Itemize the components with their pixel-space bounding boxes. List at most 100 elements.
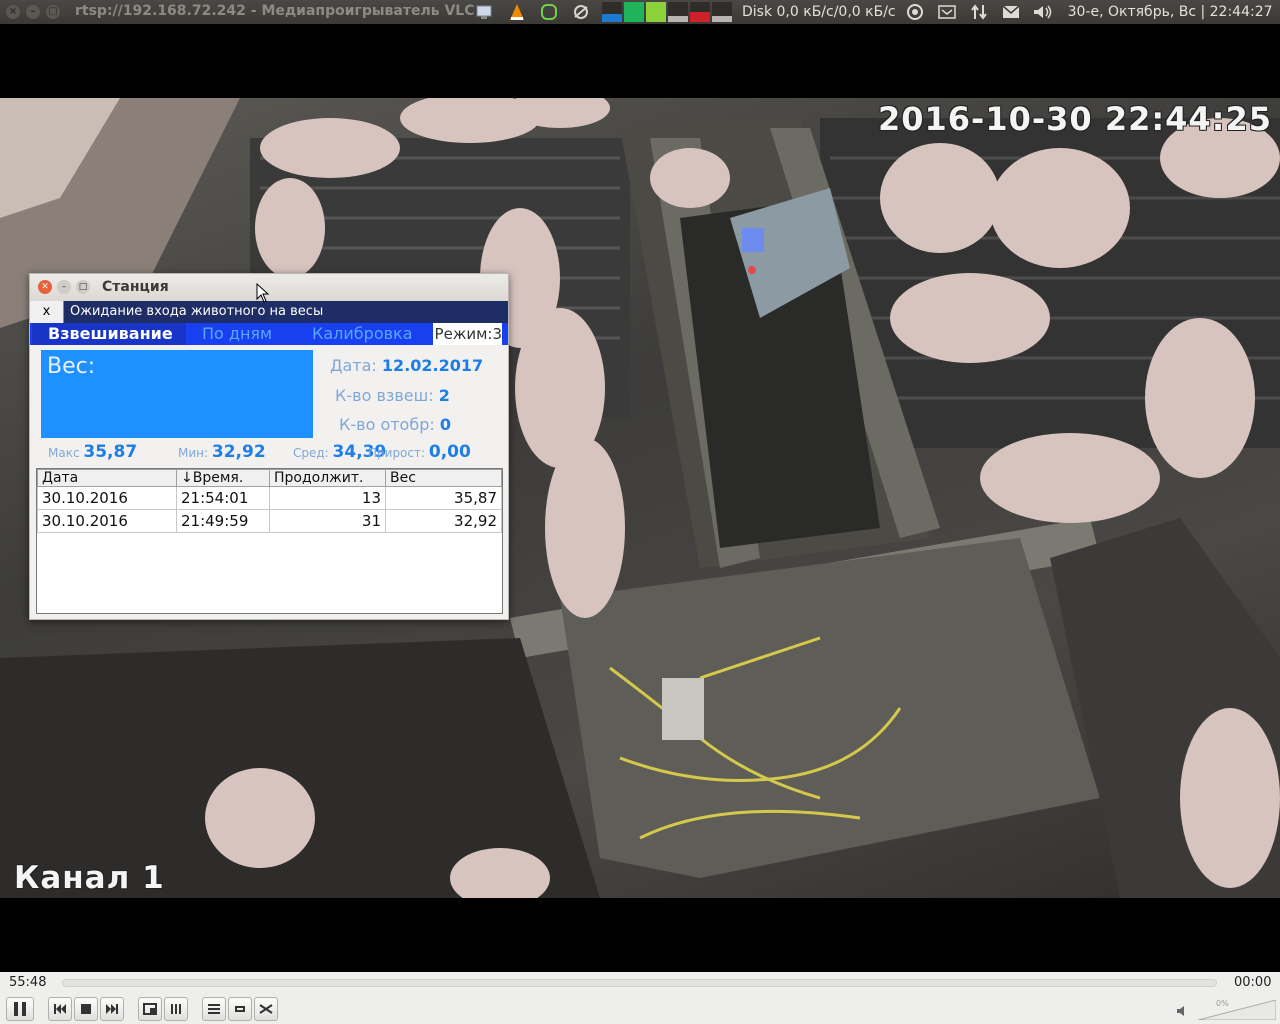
- station-tabs: Взвешивание По дням Калибровка Режим:3: [30, 323, 508, 345]
- maximize-window-button[interactable]: □: [46, 5, 60, 19]
- volume-slider[interactable]: [1198, 1000, 1276, 1020]
- fullscreen-button[interactable]: [138, 997, 162, 1021]
- mem-meter: [624, 2, 644, 22]
- previous-button[interactable]: [48, 997, 72, 1021]
- load-meter: [668, 2, 688, 22]
- next-button[interactable]: [100, 997, 124, 1021]
- tab-by-days[interactable]: По дням: [202, 323, 272, 345]
- rejected-label: К-во отобр:: [339, 415, 435, 434]
- station-minimize-button[interactable]: –: [57, 280, 71, 294]
- pause-icon: [14, 1002, 26, 1016]
- table-header-row: Дата ↓Время. Продолжит. Вес: [37, 469, 502, 487]
- net-meter: [646, 2, 666, 22]
- weight-display: Вес:: [41, 350, 313, 438]
- disk-activity: Disk 0,0 кБ/с/0,0 кБ/с: [742, 4, 896, 20]
- station-close-button[interactable]: ✕: [38, 280, 52, 294]
- video-timestamp: 2016-10-30 22:44:25: [877, 100, 1272, 138]
- stat-gain-label: Прирост:: [368, 446, 426, 460]
- stat-max-value: 35,87: [83, 442, 138, 462]
- minimize-window-button[interactable]: –: [26, 5, 40, 19]
- evernote-icon[interactable]: [538, 2, 560, 22]
- rejected-value: 0: [439, 415, 451, 434]
- top-panel: × – □ rtsp://192.168.72.242 - Медиапроиг…: [0, 0, 1280, 24]
- remaining-time[interactable]: 00:00: [1234, 975, 1271, 990]
- column-duration[interactable]: Продолжит.: [269, 469, 386, 487]
- table-row[interactable]: 30.10.2016 21:54:01 13 35,87: [37, 486, 502, 510]
- stat-avg-label: Сред:: [293, 446, 329, 460]
- date-info: Дата: 12.02.2017: [330, 356, 483, 375]
- mail-indicator-icon[interactable]: [936, 2, 958, 22]
- loop-button[interactable]: [228, 997, 252, 1021]
- weight-label: Вес:: [47, 354, 96, 379]
- shuffle-button[interactable]: [254, 997, 278, 1021]
- station-window: ✕ – □ Станция x Ожидание входа животного…: [29, 273, 509, 620]
- table-row[interactable]: 30.10.2016 21:49:59 31 32,92: [37, 509, 502, 533]
- column-date[interactable]: Дата: [37, 469, 177, 487]
- weight-stats: Макс 35,87 Мин: 32,92 Сред: 34,39 Прирос…: [30, 442, 510, 464]
- station-maximize-button[interactable]: □: [76, 280, 90, 294]
- close-window-button[interactable]: ×: [6, 5, 20, 19]
- volume-percent: 0%: [1216, 999, 1229, 1008]
- cell-date: 30.10.2016: [37, 509, 177, 533]
- window-controls: × – □: [6, 5, 60, 19]
- elapsed-time[interactable]: 55:48: [9, 975, 46, 990]
- column-weight[interactable]: Вес: [385, 469, 502, 487]
- cpu-meter: [602, 2, 622, 22]
- swap-meter: [690, 2, 710, 22]
- cell-time: 21:49:59: [176, 509, 270, 533]
- pause-button[interactable]: [6, 997, 34, 1021]
- weighings-table[interactable]: Дата ↓Время. Продолжит. Вес 30.10.2016 2…: [36, 468, 503, 614]
- station-status-bar: x Ожидание входа животного на весы: [30, 301, 508, 323]
- playlist-icon: [208, 1004, 220, 1014]
- previous-icon: [54, 1004, 66, 1014]
- mouse-cursor-icon: [256, 283, 270, 303]
- tab-calibration[interactable]: Калибровка: [312, 323, 413, 345]
- column-time[interactable]: ↓Время.: [176, 469, 270, 487]
- cell-duration: 31: [269, 509, 386, 533]
- status-message: Ожидание входа животного на весы: [70, 304, 324, 319]
- power-icon[interactable]: [904, 2, 926, 22]
- system-tray: Disk 0,0 кБ/с/0,0 кБ/с 30-е, Октябрь, Вс…: [474, 2, 1273, 22]
- playlist-button[interactable]: [202, 997, 226, 1021]
- equalizer-icon: [171, 1004, 181, 1014]
- stop-icon: [81, 1004, 91, 1014]
- cell-date: 30.10.2016: [37, 486, 177, 510]
- next-icon: [106, 1004, 118, 1014]
- stat-gain: Прирост: 0,00: [368, 442, 471, 462]
- loop-icon: [235, 1006, 245, 1012]
- weighed-value: 2: [438, 386, 450, 405]
- network-icon[interactable]: [474, 2, 496, 22]
- volume-icon[interactable]: [1176, 1004, 1190, 1018]
- seek-slider[interactable]: [62, 979, 1217, 987]
- vlc-icon[interactable]: [506, 2, 528, 22]
- cell-weight: 32,92: [385, 509, 502, 533]
- stat-max: Макс 35,87: [48, 442, 137, 462]
- extended-settings-button[interactable]: [164, 997, 188, 1021]
- fullscreen-icon: [143, 1003, 157, 1015]
- weighed-info: К-во взвеш: 2: [335, 386, 450, 405]
- window-title: rtsp://192.168.72.242 - Медиапроигрывате…: [75, 3, 475, 19]
- shuffle-icon: [259, 1004, 273, 1014]
- stat-min-label: Мин:: [178, 446, 209, 460]
- weighed-label: К-во взвеш:: [335, 386, 434, 405]
- stat-min-value: 32,92: [211, 442, 266, 462]
- transfer-icon[interactable]: [968, 2, 990, 22]
- stop-button[interactable]: [74, 997, 98, 1021]
- date-value: 12.02.2017: [381, 356, 484, 375]
- cell-weight: 35,87: [385, 486, 502, 510]
- cell-time: 21:54:01: [176, 486, 270, 510]
- cell-duration: 13: [269, 486, 386, 510]
- status-close-button[interactable]: x: [30, 301, 64, 323]
- weather-icon[interactable]: [570, 2, 592, 22]
- disk-meter: [712, 2, 732, 22]
- tab-weighing[interactable]: Взвешивание: [32, 323, 186, 345]
- stat-min: Мин: 32,92: [178, 442, 266, 462]
- volume-icon[interactable]: [1032, 2, 1054, 22]
- stat-gain-value: 0,00: [428, 442, 471, 462]
- vlc-controls: 55:48 00:00: [0, 972, 1280, 1024]
- rejected-info: К-во отобр: 0: [339, 415, 451, 434]
- date-label: Дата:: [330, 356, 377, 375]
- station-title: Станция: [102, 279, 169, 295]
- envelope-icon[interactable]: [1000, 2, 1022, 22]
- mode-indicator: Режим:3: [432, 323, 502, 345]
